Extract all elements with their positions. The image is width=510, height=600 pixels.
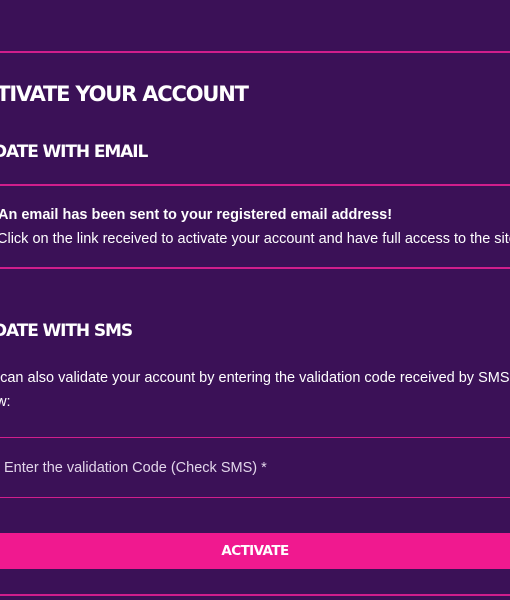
email-sent-message: An email has been sent to your registere… — [0, 207, 393, 223]
email-section-heading: LIDATE WITH EMAIL — [0, 142, 148, 162]
email-instructions: Click on the link received to activate y… — [0, 231, 510, 247]
email-notice-bottom-divider — [0, 267, 510, 269]
bottom-divider — [0, 594, 510, 596]
sms-instructions: u can also validate your account by ente… — [0, 370, 510, 410]
top-divider — [0, 51, 510, 53]
sms-section-heading: LIDATE WITH SMS — [0, 321, 133, 341]
validation-code-input[interactable] — [0, 437, 510, 498]
page-title: CTIVATE YOUR ACCOUNT — [0, 82, 249, 106]
activate-button[interactable]: ACTIVATE — [0, 533, 510, 569]
email-notice-top-divider — [0, 184, 510, 186]
